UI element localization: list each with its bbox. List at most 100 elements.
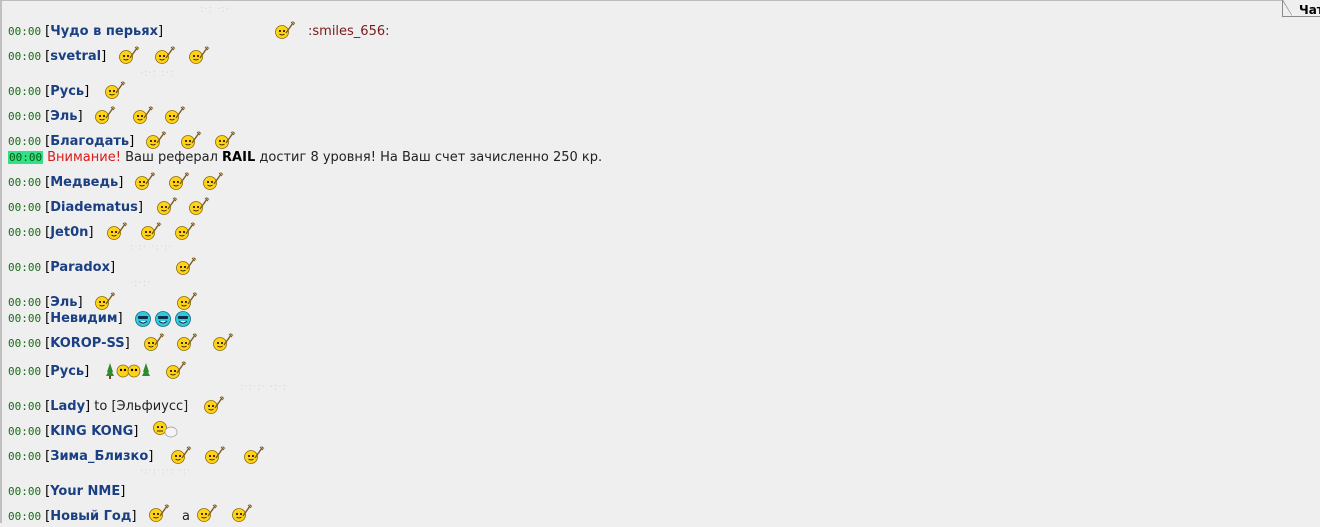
walking-cane-smiley-icon (154, 45, 176, 65)
chat-row: 00:00 [Эль] (8, 109, 83, 124)
nick-link[interactable]: KOROP-SS (50, 336, 124, 351)
timestamp[interactable]: 00:00 (8, 25, 41, 38)
timestamp[interactable]: 00:00 (8, 176, 41, 189)
timestamp[interactable]: 00:00 (8, 450, 41, 463)
faded-smiley-icon: ·:·:·:·: ·:· (140, 466, 192, 477)
walking-cane-smiley-icon (202, 171, 224, 191)
walking-cane-smiley-icon (196, 503, 218, 523)
nick-link[interactable]: Русь (50, 84, 84, 99)
timestamp[interactable]: 00:00 (8, 510, 41, 523)
nick-link[interactable]: Эль (50, 109, 77, 124)
chat-row: 00:00 [KOROP-SS] (8, 336, 130, 351)
tree-smiley-icon (106, 360, 150, 380)
walking-cane-smiley-icon (134, 171, 156, 191)
walking-cane-smiley-icon (180, 130, 202, 150)
walking-cane-smiley-icon (145, 130, 167, 150)
walking-cane-smiley-icon (176, 332, 198, 352)
cyan-grin-smiley-icon (154, 310, 176, 330)
chat-row: 00:00 [Эль] (8, 295, 83, 310)
walking-cane-smiley-icon (165, 360, 187, 380)
chat-row: 00:00 [Зима_Близко] (8, 449, 154, 464)
chat-row: 00:00 [Jet0n] (8, 225, 94, 240)
chat-row: 00:00 [Русь] (8, 84, 90, 99)
timestamp[interactable]: 00:00 (8, 365, 41, 378)
walking-cane-smiley-icon (106, 221, 128, 241)
chat-row: 00:00 [Русь] (8, 364, 90, 379)
walking-cane-smiley-icon (148, 503, 170, 523)
chat-row: 00:00 [svetral] (8, 49, 107, 64)
walking-cane-smiley-icon (203, 395, 225, 415)
walking-cane-smiley-icon (214, 130, 236, 150)
chat-row: 00:00 [Медведь] (8, 175, 124, 190)
target-nick[interactable]: [Эльфиусс] (111, 399, 188, 414)
timestamp[interactable]: 00:00 (8, 201, 41, 214)
nick-link[interactable]: Зима_Близко (50, 449, 148, 464)
private-to-label: to (94, 399, 108, 414)
walking-cane-smiley-icon (143, 332, 165, 352)
timestamp[interactable]: 00:00 (8, 110, 41, 123)
timestamp[interactable]: 00:00 (8, 485, 41, 498)
nick-link[interactable]: svetral (50, 49, 101, 64)
faded-smiley-icon: ·:·:· (130, 278, 152, 289)
chat-row: 00:00 [Lady] to [Эльфиусс] (8, 399, 189, 414)
faded-smiley-icon: :·:·:· ·:·: (240, 382, 287, 393)
walking-cane-smiley-icon (274, 20, 296, 40)
nick-link[interactable]: Jet0n (50, 225, 88, 240)
nick-link[interactable]: Новый Год (50, 509, 131, 524)
nick-link[interactable]: Paradox (50, 260, 110, 275)
timestamp[interactable]: 00:00 (8, 312, 41, 325)
referral-name: RAIL (222, 150, 256, 165)
warning-label: Внимание! (47, 150, 121, 165)
timestamp[interactable]: 00:00 (8, 400, 41, 413)
nick-link[interactable]: Your NME (50, 484, 120, 499)
timestamp[interactable]: 00:00 (8, 135, 41, 148)
nick-link[interactable]: Diadematus (50, 200, 138, 215)
nick-link[interactable]: Чудо в перьях (50, 24, 158, 39)
timestamp[interactable]: 00:00 (8, 50, 41, 63)
chat-frame (0, 0, 1318, 523)
walking-cane-smiley-icon (140, 221, 162, 241)
top-border (0, 0, 1320, 1)
walking-cane-smiley-icon (231, 503, 253, 523)
walking-cane-smiley-icon (175, 256, 197, 276)
chat-row: 00:00 [Your NME] (8, 484, 126, 499)
system-message-row: 00:00 Внимание! Ваш реферал RAIL достиг 8… (8, 150, 602, 166)
timestamp[interactable]: 00:00 (8, 425, 41, 438)
nick-link[interactable]: Невидим (50, 311, 117, 326)
walking-cane-smiley-icon (156, 196, 178, 216)
nick-link[interactable]: Русь (50, 364, 84, 379)
timestamp[interactable]: 00:00 (8, 296, 41, 309)
walking-cane-smiley-icon (188, 45, 210, 65)
faded-smiley-icon: :·:· ·:·:· (130, 242, 173, 253)
walking-cane-smiley-icon (168, 171, 190, 191)
smile-code-text: :smiles_656: (308, 24, 390, 39)
timestamp[interactable]: 00:00 (8, 85, 41, 98)
nick-link[interactable]: Медведь (50, 175, 118, 190)
timestamp[interactable]: 00:00 (8, 151, 44, 164)
walking-cane-smiley-icon (204, 445, 226, 465)
system-text: Ваш реферал (125, 150, 218, 165)
timestamp[interactable]: 00:00 (8, 226, 41, 239)
walking-cane-smiley-icon (212, 332, 234, 352)
walking-cane-smiley-icon (188, 196, 210, 216)
walking-cane-smiley-icon (94, 105, 116, 125)
walking-cane-smiley-icon (174, 221, 196, 241)
nick-link[interactable]: Благодать (50, 134, 129, 149)
timestamp[interactable]: 00:00 (8, 337, 41, 350)
cyan-grin-smiley-icon (134, 310, 156, 330)
walking-cane-smiley-icon (132, 105, 154, 125)
chat-row: 00:00 [KING KONG] (8, 424, 139, 439)
tab-chat[interactable]: Чат (1282, 0, 1320, 17)
nick-link[interactable]: KING KONG (50, 424, 133, 439)
chat-row: 00:00 [Благодать] (8, 134, 135, 149)
nick-link[interactable]: Lady (50, 399, 85, 414)
timestamp[interactable]: 00:00 (8, 261, 41, 274)
walking-cane-smiley-icon (118, 45, 140, 65)
faded-smiley-icon: ·:·: :·: (140, 68, 175, 79)
walking-cane-smiley-icon (243, 445, 265, 465)
walking-cane-smiley-icon (104, 80, 126, 100)
thinking-smiley-icon (152, 418, 178, 438)
nick-link[interactable]: Эль (50, 295, 77, 310)
chat-row: 00:00 [Невидим] (8, 311, 123, 326)
walking-cane-smiley-icon (164, 105, 186, 125)
